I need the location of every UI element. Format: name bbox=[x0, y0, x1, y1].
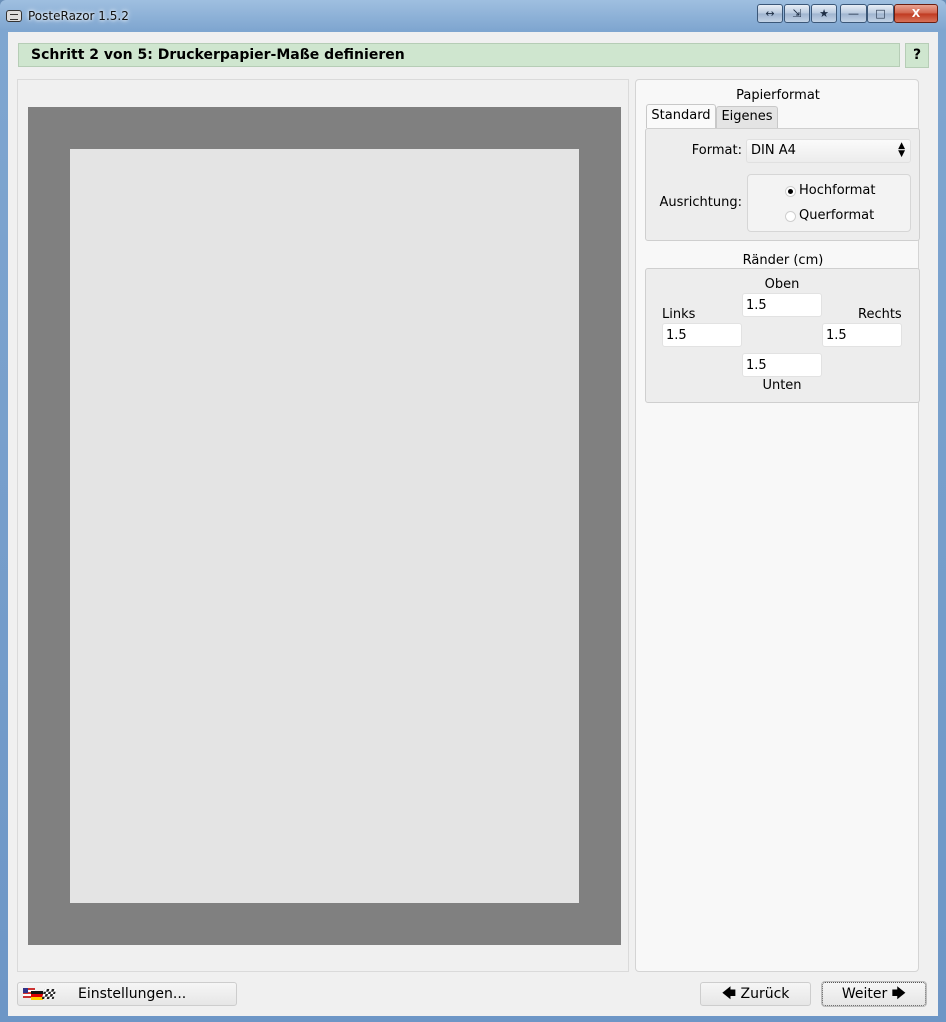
updown-arrows-icon: ▲ ▼ bbox=[898, 141, 905, 159]
close-button[interactable]: X bbox=[894, 4, 938, 23]
standard-tab-pane: Format: DIN A4 ▲ ▼ Ausrichtung: Hochforma… bbox=[645, 128, 920, 241]
paper-preview-panel bbox=[17, 79, 629, 972]
orientation-label: Ausrichtung: bbox=[659, 195, 742, 210]
help-button[interactable]: ? bbox=[905, 43, 929, 68]
favorite-star-button[interactable]: ★ bbox=[811, 4, 837, 23]
landscape-label[interactable]: Querformat bbox=[799, 208, 874, 223]
client-area: Schritt 2 von 5: Druckerpapier-Maße defi… bbox=[8, 32, 938, 1016]
app-window: PosteRazor 1.5.2 ↔ ⇲ ★ — □ X Schritt 2 v… bbox=[0, 0, 946, 1022]
margin-top-input[interactable] bbox=[742, 293, 822, 317]
step-title: Schritt 2 von 5: Druckerpapier-Maße defi… bbox=[31, 47, 405, 63]
step-header: Schritt 2 von 5: Druckerpapier-Maße defi… bbox=[18, 43, 900, 67]
margins-group: Oben Links Rechts Unten bbox=[645, 268, 920, 403]
tab-standard[interactable]: Standard bbox=[646, 104, 716, 128]
orientation-group: Hochformat Querformat bbox=[747, 174, 911, 232]
pin-window-button[interactable]: ↔ bbox=[757, 4, 783, 23]
next-button[interactable]: Weiter 🡆 bbox=[821, 981, 927, 1007]
margin-right-label: Rechts bbox=[858, 307, 902, 322]
paper-format-label: Papierformat bbox=[736, 88, 820, 103]
minimize-button[interactable]: — bbox=[840, 4, 867, 23]
back-button[interactable]: 🡄 Zurück bbox=[700, 982, 811, 1006]
margin-bottom-label: Unten bbox=[762, 378, 802, 393]
landscape-radio[interactable] bbox=[785, 211, 796, 222]
portrait-radio[interactable] bbox=[785, 186, 796, 197]
format-select[interactable]: DIN A4 ▲ ▼ bbox=[746, 139, 911, 163]
settings-button[interactable]: Einstellungen... bbox=[17, 982, 237, 1006]
margins-label: Ränder (cm) bbox=[742, 253, 824, 268]
margin-bottom-input[interactable] bbox=[742, 353, 822, 377]
paper-preview-border bbox=[28, 107, 621, 945]
paper-preview-printable-area bbox=[70, 149, 579, 903]
settings-button-label: Einstellungen... bbox=[78, 986, 187, 1002]
margin-top-label: Oben bbox=[764, 277, 800, 292]
title-bar[interactable]: PosteRazor 1.5.2 ↔ ⇲ ★ — □ X bbox=[0, 0, 946, 32]
margin-left-label: Links bbox=[662, 307, 696, 322]
format-label: Format: bbox=[691, 143, 742, 158]
format-select-value: DIN A4 bbox=[751, 143, 796, 158]
margin-right-input[interactable] bbox=[822, 323, 902, 347]
margin-left-input[interactable] bbox=[662, 323, 742, 347]
window-title: PosteRazor 1.5.2 bbox=[28, 9, 129, 23]
settings-panel: Papierformat Standard Eigenes Format: DI… bbox=[635, 79, 920, 972]
language-flags-icon bbox=[23, 988, 57, 1000]
maximize-button[interactable]: □ bbox=[867, 4, 894, 23]
move-window-button[interactable]: ⇲ bbox=[784, 4, 810, 23]
portrait-label[interactable]: Hochformat bbox=[799, 183, 876, 198]
posterazor-app-icon bbox=[6, 10, 22, 22]
tab-custom[interactable]: Eigenes bbox=[716, 106, 778, 128]
